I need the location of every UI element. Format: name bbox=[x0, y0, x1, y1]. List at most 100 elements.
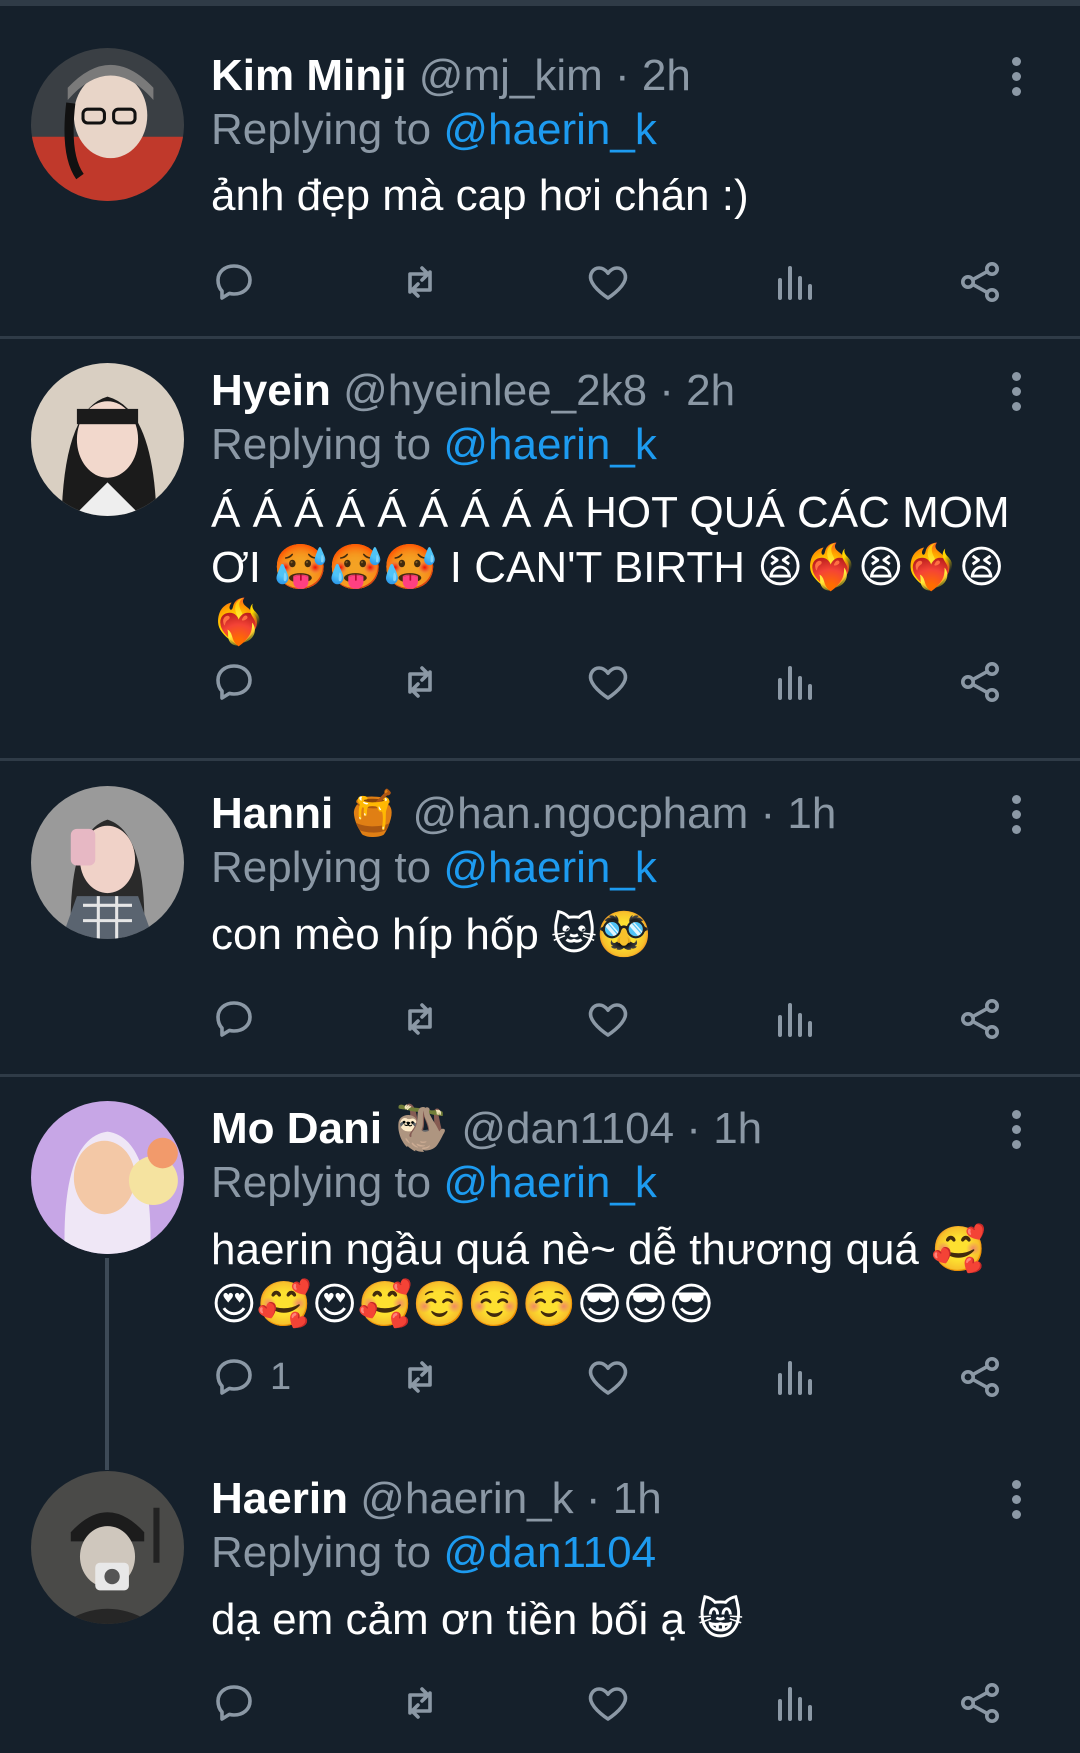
text-fragment: haerin ngầu quá nè~ dễ thương quá bbox=[211, 1225, 932, 1274]
like-icon bbox=[588, 1687, 628, 1721]
timestamp[interactable]: 2h bbox=[642, 51, 691, 100]
tweet-header: Hanni 🍯 @han.ngocpham · 1h bbox=[211, 786, 836, 842]
display-name[interactable]: Hyein bbox=[211, 366, 331, 415]
display-name[interactable]: Haerin bbox=[211, 1474, 348, 1523]
name-emoji: 🍯 bbox=[345, 788, 401, 839]
reply-button[interactable] bbox=[210, 989, 270, 1049]
like-button[interactable] bbox=[584, 252, 632, 312]
retweet-button[interactable] bbox=[396, 1347, 444, 1407]
action-bar bbox=[200, 252, 1020, 312]
tweet-reply[interactable]: Mo Dani 🦥 @dan1104 · 1h Replying to @hae… bbox=[0, 1101, 1080, 1431]
retweet-button[interactable] bbox=[396, 1673, 444, 1733]
share-button[interactable] bbox=[956, 252, 1004, 312]
reply-icon bbox=[216, 1359, 252, 1395]
action-bar bbox=[200, 989, 1020, 1049]
tweet-reply[interactable]: Haerin @haerin_k · 1h Replying to @dan11… bbox=[0, 1471, 1080, 1753]
reply-button[interactable] bbox=[210, 652, 270, 712]
like-icon bbox=[588, 666, 628, 700]
more-icon[interactable] bbox=[1003, 795, 1029, 839]
views-icon bbox=[778, 666, 812, 700]
like-button[interactable] bbox=[584, 652, 632, 712]
retweet-icon bbox=[408, 266, 432, 298]
user-handle[interactable]: @hyeinlee_2k8 bbox=[343, 366, 647, 415]
mention-link[interactable]: @haerin_k bbox=[443, 105, 656, 154]
like-button[interactable] bbox=[584, 1673, 632, 1733]
like-icon bbox=[588, 1361, 628, 1395]
tweet-text: con mèo híp hốp 🐱🥸 bbox=[211, 907, 1021, 962]
retweet-icon bbox=[408, 1361, 432, 1393]
reply-button[interactable]: 1 bbox=[210, 1347, 291, 1407]
tweet-header: Haerin @haerin_k · 1h bbox=[211, 1474, 662, 1523]
timestamp[interactable]: 1h bbox=[713, 1104, 762, 1153]
retweet-button[interactable] bbox=[396, 252, 444, 312]
retweet-button[interactable] bbox=[396, 989, 444, 1049]
views-button[interactable] bbox=[770, 252, 818, 312]
tweet-reply[interactable]: Hanni 🍯 @han.ngocpham · 1h Replying to @… bbox=[0, 786, 1080, 1076]
timestamp[interactable]: 1h bbox=[787, 789, 836, 838]
retweet-button[interactable] bbox=[396, 652, 444, 712]
mention-link[interactable]: @haerin_k bbox=[443, 1158, 656, 1207]
share-button[interactable] bbox=[956, 1673, 1004, 1733]
text-fragment: I CAN'T BIRTH bbox=[437, 543, 758, 592]
reply-icon bbox=[216, 1685, 252, 1721]
replying-label: Replying to bbox=[211, 420, 432, 469]
more-icon[interactable] bbox=[1003, 57, 1029, 101]
replying-label: Replying to bbox=[211, 1158, 432, 1207]
avatar[interactable] bbox=[31, 786, 184, 939]
tweet-reply[interactable]: Hyein @hyeinlee_2k8 · 2h Replying to @ha… bbox=[0, 363, 1080, 753]
tweet-text: ảnh đẹp mà cap hơi chán :) bbox=[211, 168, 1021, 223]
avatar[interactable] bbox=[31, 363, 184, 516]
emoji-group: 🐱🥸 bbox=[551, 909, 652, 960]
share-button[interactable] bbox=[956, 652, 1004, 712]
share-icon bbox=[961, 999, 999, 1039]
more-icon[interactable] bbox=[1003, 1110, 1029, 1154]
share-button[interactable] bbox=[956, 1347, 1004, 1407]
user-handle[interactable]: @han.ngocpham bbox=[413, 789, 749, 838]
display-name[interactable]: Kim Minji bbox=[211, 51, 407, 100]
avatar[interactable] bbox=[31, 1471, 184, 1624]
replying-label: Replying to bbox=[211, 1528, 432, 1577]
tweet-text-line: ƠI 🥵🥵🥵 I CAN'T BIRTH 😫❤️‍🔥😫❤️‍🔥😫 bbox=[211, 540, 1021, 595]
reply-button[interactable] bbox=[210, 252, 270, 312]
views-button[interactable] bbox=[770, 652, 818, 712]
display-name[interactable]: Mo Dani bbox=[211, 1104, 382, 1153]
tweet-text: haerin ngầu quá nè~ dễ thương quá 🥰 😍🥰😍🥰… bbox=[211, 1222, 1021, 1332]
share-icon bbox=[961, 1683, 999, 1723]
tweet-reply[interactable]: Kim Minji @mj_kim · 2h Replying to @haer… bbox=[0, 48, 1080, 338]
like-button[interactable] bbox=[584, 989, 632, 1049]
tweet-text: Á Á Á Á Á Á Á Á Á HOT QUÁ CÁC MOM ƠI 🥵🥵🥵… bbox=[211, 485, 1021, 650]
retweet-icon bbox=[408, 666, 432, 698]
tweet-text-line: haerin ngầu quá nè~ dễ thương quá 🥰 bbox=[211, 1222, 1021, 1277]
mention-link[interactable]: @haerin_k bbox=[443, 843, 656, 892]
like-icon bbox=[588, 1003, 628, 1037]
timestamp[interactable]: 2h bbox=[686, 366, 735, 415]
user-handle[interactable]: @haerin_k bbox=[360, 1474, 573, 1523]
views-button[interactable] bbox=[770, 1673, 818, 1733]
share-icon bbox=[961, 1357, 999, 1397]
top-divider bbox=[0, 0, 1080, 6]
reply-icon bbox=[216, 1001, 252, 1037]
display-name[interactable]: Hanni bbox=[211, 789, 333, 838]
user-handle[interactable]: @dan1104 bbox=[461, 1104, 674, 1153]
reply-button[interactable] bbox=[210, 1673, 270, 1733]
tweet-text-line: Á Á Á Á Á Á Á Á Á HOT QUÁ CÁC MOM bbox=[211, 488, 1010, 537]
mention-link[interactable]: @dan1104 bbox=[443, 1528, 656, 1577]
avatar[interactable] bbox=[31, 48, 184, 201]
timestamp[interactable]: 1h bbox=[613, 1474, 662, 1523]
retweet-icon bbox=[408, 1687, 432, 1719]
like-button[interactable] bbox=[584, 1347, 632, 1407]
emoji-group: 🥵🥵🥵 bbox=[273, 542, 438, 593]
more-icon[interactable] bbox=[1003, 372, 1029, 416]
share-button[interactable] bbox=[956, 989, 1004, 1049]
user-handle[interactable]: @mj_kim bbox=[419, 51, 603, 100]
more-icon[interactable] bbox=[1003, 1480, 1029, 1524]
share-icon bbox=[961, 262, 999, 302]
tweet-text-content: con mèo híp hốp bbox=[211, 910, 552, 959]
avatar[interactable] bbox=[31, 1101, 184, 1254]
replying-to: Replying to @haerin_k bbox=[211, 102, 657, 158]
views-button[interactable] bbox=[770, 989, 818, 1049]
text-fragment: ƠI bbox=[211, 543, 261, 592]
views-icon bbox=[778, 266, 812, 300]
views-button[interactable] bbox=[770, 1347, 818, 1407]
mention-link[interactable]: @haerin_k bbox=[443, 420, 656, 469]
